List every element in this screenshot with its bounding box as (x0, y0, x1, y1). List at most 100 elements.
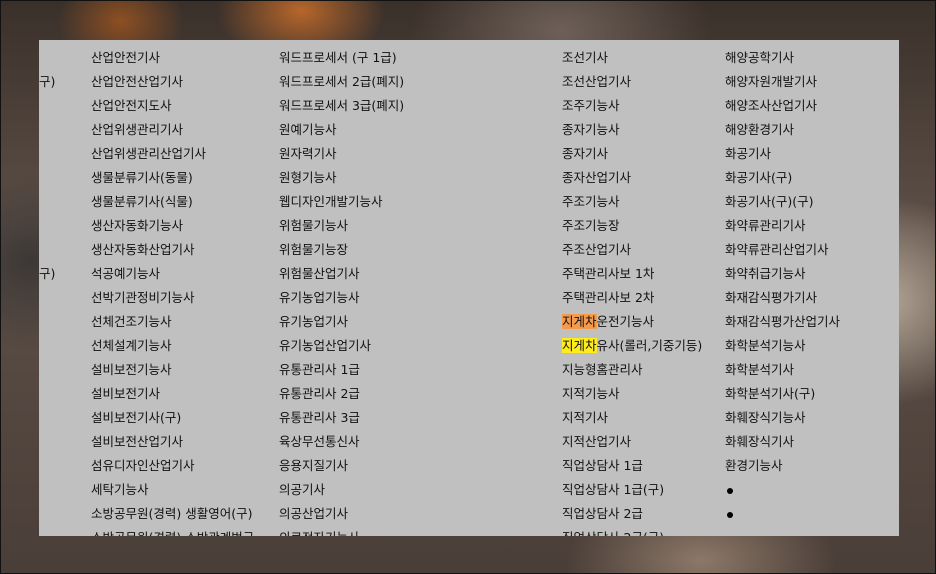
list-item[interactable] (725, 478, 840, 502)
list-item[interactable]: 해양조사산업기사 (725, 94, 840, 118)
list-item[interactable]: 화훼장식기사 (725, 430, 840, 454)
list-item[interactable]: 유기농업산업기사 (279, 334, 404, 358)
list-item[interactable]: 환경기능사 (725, 454, 840, 478)
list-item[interactable]: 워드프로세서 3급(폐지) (279, 94, 404, 118)
list-item[interactable]: 지게차운전기능사 (562, 310, 702, 334)
list-item[interactable]: 조선산업기사 (562, 70, 702, 94)
list-item[interactable]: 화약취급기능사 (725, 262, 840, 286)
list-item[interactable]: 설비보전기사 (91, 382, 254, 406)
list-item[interactable]: 화약류관리산업기사 (725, 238, 840, 262)
list-item[interactable]: 해양자원개발기사 (725, 70, 840, 94)
list-item[interactable]: 지적산업기사 (562, 430, 702, 454)
list-item[interactable]: 의공산업기사 (279, 502, 404, 526)
list-item[interactable] (39, 430, 55, 454)
list-item[interactable]: 선체건조기능사 (91, 310, 254, 334)
list-item[interactable] (39, 358, 55, 382)
list-item[interactable] (39, 286, 55, 310)
list-item[interactable]: 웹디자인개발기능사 (279, 190, 404, 214)
list-item[interactable]: 화공기사 (725, 142, 840, 166)
list-item[interactable]: 직업상담사 2급(구) (562, 526, 702, 536)
list-item[interactable]: 구) (39, 262, 55, 286)
list-item[interactable]: 생물분류기사(식물) (91, 190, 254, 214)
list-item[interactable]: 워드프로세서 (구 1급) (279, 46, 404, 70)
list-item[interactable]: 육상무선통신사 (279, 430, 404, 454)
list-item[interactable]: 의료전자기능사 (279, 526, 404, 536)
list-item[interactable]: 조주기능사 (562, 94, 702, 118)
list-item[interactable]: 유기농업기능사 (279, 286, 404, 310)
list-item[interactable]: 화공기사(구) (725, 166, 840, 190)
list-item[interactable] (39, 454, 55, 478)
list-item[interactable] (39, 190, 55, 214)
list-item[interactable]: 유통관리사 1급 (279, 358, 404, 382)
list-item[interactable]: 유기농업기사 (279, 310, 404, 334)
list-item[interactable]: 지능형홈관리사 (562, 358, 702, 382)
list-item[interactable]: 화재감식평가기사 (725, 286, 840, 310)
list-item[interactable]: 산업안전지도사 (91, 94, 254, 118)
list-item[interactable]: 산업위생관리산업기사 (91, 142, 254, 166)
list-item[interactable]: 산업안전기사 (91, 46, 254, 70)
list-item[interactable] (39, 526, 55, 536)
list-item[interactable] (39, 382, 55, 406)
list-item[interactable]: 위험물기능장 (279, 238, 404, 262)
list-item[interactable]: 생물분류기사(동물) (91, 166, 254, 190)
list-item[interactable] (39, 406, 55, 430)
list-item[interactable]: 원형기능사 (279, 166, 404, 190)
list-item[interactable]: 해양공학기사 (725, 46, 840, 70)
list-item[interactable]: 지적기사 (562, 406, 702, 430)
list-item[interactable]: 주조산업기사 (562, 238, 702, 262)
list-item[interactable]: 원자력기사 (279, 142, 404, 166)
list-item[interactable]: 조선기사 (562, 46, 702, 70)
list-item[interactable]: 생산자동화산업기사 (91, 238, 254, 262)
list-item[interactable]: 주택관리사보 2차 (562, 286, 702, 310)
list-item[interactable]: 주택관리사보 1차 (562, 262, 702, 286)
list-item[interactable]: 소방공무원(경력) 생활영어(구) (91, 502, 254, 526)
list-item[interactable] (39, 478, 55, 502)
list-item[interactable]: 유통관리사 3급 (279, 406, 404, 430)
list-item[interactable]: 산업위생관리기사 (91, 118, 254, 142)
list-item[interactable]: 화학분석기능사 (725, 334, 840, 358)
list-item[interactable]: 주조기능사 (562, 190, 702, 214)
list-item[interactable] (39, 118, 55, 142)
list-item[interactable]: 직업상담사 1급(구) (562, 478, 702, 502)
list-item[interactable]: 화학분석기사(구) (725, 382, 840, 406)
list-item[interactable]: 종자기능사 (562, 118, 702, 142)
list-item[interactable]: 선박기관정비기능사 (91, 286, 254, 310)
list-item[interactable] (725, 526, 840, 536)
list-item[interactable]: 워드프로세서 2급(폐지) (279, 70, 404, 94)
list-item[interactable] (39, 502, 55, 526)
list-item[interactable]: 세탁기능사 (91, 478, 254, 502)
list-item[interactable]: 화학분석기사 (725, 358, 840, 382)
list-item[interactable] (39, 334, 55, 358)
list-item[interactable]: 위험물기능사 (279, 214, 404, 238)
list-item[interactable] (39, 310, 55, 334)
list-item[interactable]: 산업안전산업기사 (91, 70, 254, 94)
list-item[interactable]: 응용지질기사 (279, 454, 404, 478)
list-item[interactable]: 구) (39, 70, 55, 94)
list-item[interactable]: 지적기능사 (562, 382, 702, 406)
list-item[interactable] (39, 214, 55, 238)
list-item[interactable]: 주조기능장 (562, 214, 702, 238)
list-item[interactable]: 선체설계기능사 (91, 334, 254, 358)
list-item[interactable]: 소방공무원(경력) 소방관계법규 (91, 526, 254, 536)
list-item[interactable]: 지게차유사(롤러,기중기등) (562, 334, 702, 358)
list-item[interactable]: 원예기능사 (279, 118, 404, 142)
list-item[interactable]: 종자기사 (562, 142, 702, 166)
list-item[interactable]: 유통관리사 2급 (279, 382, 404, 406)
list-item[interactable]: 직업상담사 1급 (562, 454, 702, 478)
list-item[interactable]: 화재감식평가산업기사 (725, 310, 840, 334)
list-item[interactable]: 화공기사(구)(구) (725, 190, 840, 214)
list-item[interactable]: 화약류관리기사 (725, 214, 840, 238)
list-item[interactable]: 의공기사 (279, 478, 404, 502)
list-item[interactable] (39, 94, 55, 118)
list-item[interactable] (39, 166, 55, 190)
list-item[interactable]: 생산자동화기능사 (91, 214, 254, 238)
list-item[interactable]: 설비보전산업기사 (91, 430, 254, 454)
list-item[interactable]: 위험물산업기사 (279, 262, 404, 286)
list-item[interactable]: 해양환경기사 (725, 118, 840, 142)
list-item[interactable]: 직업상담사 2급 (562, 502, 702, 526)
list-item[interactable]: 설비보전기능사 (91, 358, 254, 382)
list-item[interactable] (39, 46, 55, 70)
list-item[interactable]: 종자산업기사 (562, 166, 702, 190)
list-item[interactable] (39, 142, 55, 166)
list-item[interactable]: 화훼장식기능사 (725, 406, 840, 430)
